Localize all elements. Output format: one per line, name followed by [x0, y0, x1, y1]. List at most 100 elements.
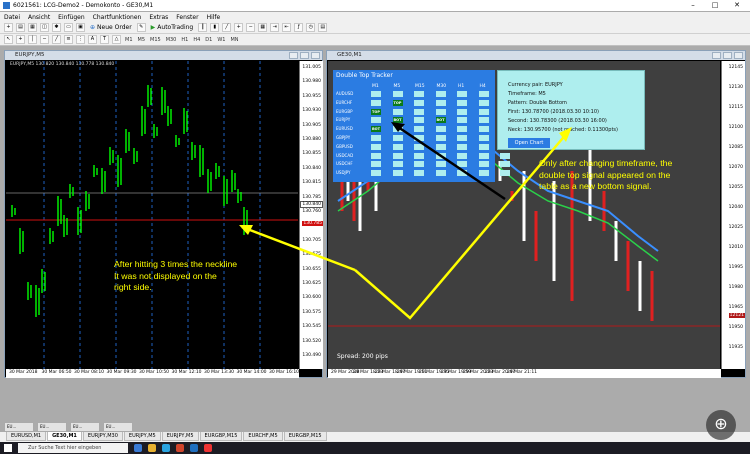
tracker-cell[interactable]: [435, 152, 446, 159]
tracker-cell[interactable]: [414, 161, 424, 168]
tester-icon[interactable]: ▣: [76, 23, 85, 32]
chrome-icon[interactable]: [176, 444, 184, 452]
line-chart-icon[interactable]: ╱: [222, 23, 232, 32]
tracker-signal-badge[interactable]: TOP: [371, 108, 381, 115]
periods-icon[interactable]: ◷: [306, 23, 316, 32]
window-minimize-icon[interactable]: [712, 52, 721, 59]
tracker-signal-badge[interactable]: BOT: [392, 117, 403, 124]
timeframe-h1[interactable]: H1: [180, 37, 189, 43]
eurjpy-chart-window[interactable]: EURJPY,M5 EURJPY,M5 130.820 130.840 130.…: [4, 50, 323, 378]
minimized-window[interactable]: EU...: [103, 422, 133, 432]
tracker-cell[interactable]: [478, 135, 489, 141]
left-time-axis[interactable]: 30 Mar 2018 30 Mar 06:50 30 Mar 08:10 30 Ma…: [6, 369, 299, 378]
timeframe-m1[interactable]: M1: [124, 37, 134, 43]
window-restore-icon[interactable]: [300, 52, 309, 59]
tracker-cell[interactable]: [500, 152, 510, 159]
zoom-out-icon[interactable]: −: [246, 23, 256, 32]
tracker-cell[interactable]: [478, 126, 489, 133]
editor-icon[interactable]: ✎: [136, 23, 146, 32]
tracker-cell[interactable]: [457, 161, 467, 168]
tracker-cell[interactable]: [478, 143, 489, 150]
minimized-window[interactable]: EU...: [70, 422, 100, 432]
window-close-icon[interactable]: [311, 52, 320, 59]
timeframe-m5[interactable]: M5: [137, 37, 147, 43]
chart-shift-icon[interactable]: ⇤: [282, 23, 292, 32]
cursor-icon[interactable]: ↖: [4, 35, 13, 44]
minimize-button[interactable]: –: [682, 0, 704, 11]
tracker-cell[interactable]: [435, 135, 446, 141]
window-close-icon[interactable]: [734, 52, 743, 59]
tracker-cell[interactable]: [414, 170, 424, 177]
tracker-cell[interactable]: [457, 143, 467, 150]
chart-tab[interactable]: EURUSD,M1: [6, 432, 47, 441]
menu-chartfunktionen[interactable]: Chartfunktionen: [93, 14, 142, 21]
tracker-cell[interactable]: [457, 135, 467, 141]
window-minimize-icon[interactable]: [289, 52, 298, 59]
fibonacci-icon[interactable]: ⋮: [76, 35, 85, 44]
tracker-cell[interactable]: [435, 126, 446, 133]
tracker-cell[interactable]: [435, 99, 446, 106]
tracker-cell[interactable]: [392, 91, 403, 97]
maximize-button[interactable]: □: [704, 0, 726, 11]
tracker-cell[interactable]: [500, 161, 510, 168]
timeframe-w1[interactable]: W1: [216, 37, 226, 43]
tracker-cell[interactable]: [414, 135, 424, 141]
profiles-icon[interactable]: ▤: [16, 23, 25, 32]
tracker-signal-badge[interactable]: BOT: [435, 117, 446, 124]
tracker-cell[interactable]: [371, 99, 381, 106]
tracker-cell[interactable]: [392, 152, 403, 159]
tracker-cell[interactable]: [392, 143, 403, 150]
tracker-cell[interactable]: [457, 99, 467, 106]
tracker-cell[interactable]: [457, 152, 467, 159]
timeframe-d1[interactable]: D1: [204, 37, 213, 43]
right-price-axis[interactable]: 12145 12130 12115 12100 12085 12070 12055 12040…: [721, 61, 745, 369]
tracker-cell[interactable]: [457, 170, 467, 177]
taskbar-search-input[interactable]: Zur Suche Text hier eingeben: [18, 443, 128, 453]
tracker-cell[interactable]: [435, 143, 446, 150]
tracker-cell[interactable]: [414, 91, 424, 97]
tracker-cell[interactable]: [414, 99, 424, 106]
tracker-cell[interactable]: [478, 117, 489, 124]
templates-icon[interactable]: ▤: [318, 23, 328, 32]
minimized-window[interactable]: EU...: [4, 422, 34, 432]
tracker-cell[interactable]: [478, 91, 489, 97]
new-order-button[interactable]: ⊕ Neue Order: [88, 24, 134, 31]
chart-tab[interactable]: EURJPY,M5: [123, 432, 161, 441]
explorer-icon[interactable]: [148, 444, 156, 452]
tracker-cell[interactable]: [392, 170, 403, 177]
chart-tab[interactable]: EURJPY,M5: [161, 432, 199, 441]
indicators-icon[interactable]: ƒ: [294, 23, 304, 32]
tracker-cell[interactable]: [414, 143, 424, 150]
tracker-cell[interactable]: [371, 152, 381, 159]
tracker-cell[interactable]: [500, 170, 510, 177]
chart-tab[interactable]: EURJPY,M30: [82, 432, 123, 441]
menu-datei[interactable]: Datei: [4, 14, 20, 21]
tracker-cell[interactable]: [457, 108, 467, 115]
new-chart-icon[interactable]: +: [4, 23, 13, 32]
terminal-icon[interactable]: ▭: [64, 23, 73, 32]
tracker-cell[interactable]: [478, 108, 489, 115]
task-view-icon[interactable]: [134, 444, 142, 452]
chart-tab[interactable]: GE30,M1: [47, 432, 82, 441]
tracker-cell[interactable]: [457, 91, 467, 97]
chart-tab[interactable]: EURCHF,M5: [243, 432, 283, 441]
tracker-cell[interactable]: [435, 170, 446, 177]
zoom-magnifier-icon[interactable]: ⊕: [706, 410, 736, 440]
shapes-icon[interactable]: △: [112, 35, 121, 44]
trendline-icon[interactable]: ╱: [52, 35, 61, 44]
bar-chart-icon[interactable]: ┃: [198, 23, 208, 32]
tracker-signal-badge[interactable]: TOP: [392, 99, 403, 106]
tracker-cell[interactable]: [371, 91, 381, 97]
candle-chart-icon[interactable]: ▮: [210, 23, 220, 32]
left-chart-canvas[interactable]: [6, 61, 298, 369]
tracker-cell[interactable]: [392, 126, 403, 133]
tracker-cell[interactable]: [414, 108, 424, 115]
market-watch-icon[interactable]: ▦: [28, 23, 37, 32]
crosshair-icon[interactable]: +: [16, 35, 25, 44]
tracker-cell[interactable]: [414, 117, 424, 124]
timeframe-h4[interactable]: H4: [192, 37, 201, 43]
chart-tab[interactable]: EURGBP,M15: [283, 432, 327, 441]
window-restore-icon[interactable]: [723, 52, 732, 59]
tracker-cell[interactable]: [371, 135, 381, 141]
vertical-line-icon[interactable]: │: [28, 35, 37, 44]
